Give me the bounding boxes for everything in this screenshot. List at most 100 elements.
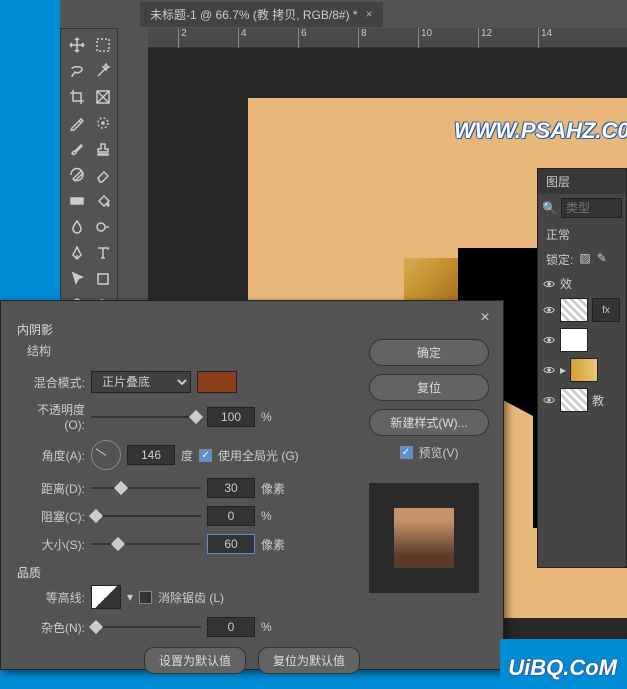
blend-mode-select[interactable]: 正片叠底 bbox=[91, 371, 191, 393]
close-icon[interactable]: × bbox=[366, 7, 373, 21]
lock-icon[interactable]: ▨ bbox=[579, 251, 590, 268]
move-tool-icon[interactable] bbox=[65, 33, 89, 57]
search-icon[interactable]: 🔍 bbox=[542, 201, 557, 215]
history-brush-icon[interactable] bbox=[65, 163, 89, 187]
visibility-icon[interactable] bbox=[542, 363, 556, 377]
choke-input[interactable] bbox=[207, 506, 255, 526]
frame-tool-icon[interactable] bbox=[91, 85, 115, 109]
visibility-icon[interactable] bbox=[542, 393, 556, 407]
close-icon[interactable]: × bbox=[475, 309, 495, 329]
opacity-slider[interactable] bbox=[91, 410, 201, 424]
angle-input[interactable] bbox=[127, 445, 175, 465]
healing-tool-icon[interactable] bbox=[91, 111, 115, 135]
tab-title: 未标题-1 @ 66.7% (教 拷贝, RGB/8#) * bbox=[150, 6, 358, 23]
stamp-tool-icon[interactable] bbox=[91, 137, 115, 161]
layers-filter: 🔍 bbox=[538, 194, 626, 222]
choke-slider[interactable] bbox=[91, 509, 201, 523]
blend-mode-select[interactable]: 正常 bbox=[538, 222, 626, 247]
blur-tool-icon[interactable] bbox=[65, 215, 89, 239]
document-tab[interactable]: 未标题-1 @ 66.7% (教 拷贝, RGB/8#) * × bbox=[140, 2, 383, 27]
ok-button[interactable]: 确定 bbox=[369, 339, 489, 366]
percent-unit: % bbox=[261, 620, 272, 634]
brush-lock-icon[interactable]: ✎ bbox=[597, 251, 607, 268]
set-default-button[interactable]: 设置为默认值 bbox=[144, 647, 246, 674]
layer-row[interactable]: ▸ bbox=[538, 355, 626, 385]
path-select-icon[interactable] bbox=[65, 267, 89, 291]
choke-label: 阻塞(C): bbox=[17, 508, 85, 525]
size-input[interactable] bbox=[207, 534, 255, 554]
size-label: 大小(S): bbox=[17, 536, 85, 553]
eyedropper-tool-icon[interactable] bbox=[65, 111, 89, 135]
distance-input[interactable] bbox=[207, 478, 255, 498]
brush-tool-icon[interactable] bbox=[65, 137, 89, 161]
ruler-tick: 2 bbox=[178, 28, 187, 48]
wand-tool-icon[interactable] bbox=[91, 59, 115, 83]
expand-icon[interactable]: ▸ bbox=[560, 363, 566, 377]
visibility-icon[interactable] bbox=[542, 333, 556, 347]
layers-panel-title[interactable]: 图层 bbox=[538, 169, 626, 194]
dodge-tool-icon[interactable] bbox=[91, 215, 115, 239]
watermark-text-2: UiBQ.CoM bbox=[508, 655, 617, 681]
crop-tool-icon[interactable] bbox=[65, 85, 89, 109]
opacity-label: 不透明度(O): bbox=[17, 401, 85, 432]
layer-name: 教 bbox=[592, 392, 604, 409]
antialias-checkbox[interactable] bbox=[139, 591, 152, 604]
angle-dial[interactable] bbox=[91, 440, 121, 470]
pen-tool-icon[interactable] bbox=[65, 241, 89, 265]
effects-label: 效 bbox=[560, 275, 572, 292]
layer-row[interactable] bbox=[538, 325, 626, 355]
contour-picker[interactable] bbox=[91, 585, 121, 609]
bucket-tool-icon[interactable] bbox=[91, 189, 115, 213]
chevron-down-icon[interactable]: ▾ bbox=[127, 590, 133, 604]
noise-label: 杂色(N): bbox=[17, 619, 85, 636]
distance-slider[interactable] bbox=[91, 481, 201, 495]
bottom-bar: UiBQ.CoM bbox=[500, 639, 627, 689]
shadow-color-swatch[interactable] bbox=[197, 371, 237, 393]
layer-row[interactable]: fx bbox=[538, 295, 626, 325]
watermark-text: WWW.PSAHZ.C0M bbox=[454, 118, 627, 144]
shape-tool-icon[interactable] bbox=[91, 267, 115, 291]
layer-style-dialog: × 内阴影 结构 混合模式: 正片叠底 不透明度(O): % 角度(A): 度 … bbox=[0, 300, 504, 670]
contour-label: 等高线: bbox=[17, 589, 85, 606]
noise-field: 杂色(N): % bbox=[17, 617, 487, 637]
global-light-label: 使用全局光 (G) bbox=[218, 447, 299, 464]
visibility-icon[interactable] bbox=[542, 277, 556, 291]
inner-shadow-title: 内阴影 bbox=[17, 321, 487, 338]
style-preview bbox=[369, 483, 479, 593]
preview-label: 预览(V) bbox=[419, 444, 459, 461]
global-light-checkbox[interactable] bbox=[199, 449, 212, 462]
px-unit: 像素 bbox=[261, 536, 285, 553]
eraser-tool-icon[interactable] bbox=[91, 163, 115, 187]
layer-fx-badge: fx bbox=[592, 298, 620, 322]
distance-label: 距离(D): bbox=[17, 480, 85, 497]
noise-input[interactable] bbox=[207, 617, 255, 637]
lasso-tool-icon[interactable] bbox=[65, 59, 89, 83]
layers-panel: 图层 🔍 正常 锁定: ▨ ✎ 效 fx ▸ bbox=[537, 168, 627, 568]
preview-checkbox[interactable] bbox=[400, 446, 413, 459]
ruler-tick: 12 bbox=[478, 28, 492, 48]
layer-thumbnail bbox=[570, 358, 598, 382]
size-slider[interactable] bbox=[91, 537, 201, 551]
layer-row[interactable]: 教 bbox=[538, 385, 626, 415]
toolbox bbox=[60, 28, 118, 322]
lock-label: 锁定: bbox=[546, 251, 573, 268]
layers-filter-input[interactable] bbox=[561, 198, 622, 218]
layer-effects-row[interactable]: 效 bbox=[538, 272, 626, 295]
visibility-icon[interactable] bbox=[542, 303, 556, 317]
type-tool-icon[interactable] bbox=[91, 241, 115, 265]
noise-slider[interactable] bbox=[91, 620, 201, 634]
layer-thumbnail bbox=[560, 388, 588, 412]
reset-default-button[interactable]: 复位为默认值 bbox=[258, 647, 360, 674]
ruler-tick: 6 bbox=[298, 28, 307, 48]
angle-label: 角度(A): bbox=[17, 447, 85, 464]
dialog-right-column: 确定 复位 新建样式(W)... 预览(V) bbox=[369, 339, 489, 593]
reset-button[interactable]: 复位 bbox=[369, 374, 489, 401]
degree-unit: 度 bbox=[181, 447, 193, 464]
new-style-button[interactable]: 新建样式(W)... bbox=[369, 409, 489, 436]
marquee-tool-icon[interactable] bbox=[91, 33, 115, 57]
blend-mode-label: 混合模式: bbox=[17, 374, 85, 391]
gradient-tool-icon[interactable] bbox=[65, 189, 89, 213]
layers-lock-row: 锁定: ▨ ✎ bbox=[538, 247, 626, 272]
opacity-input[interactable] bbox=[207, 407, 255, 427]
ruler-tick: 14 bbox=[538, 28, 552, 48]
